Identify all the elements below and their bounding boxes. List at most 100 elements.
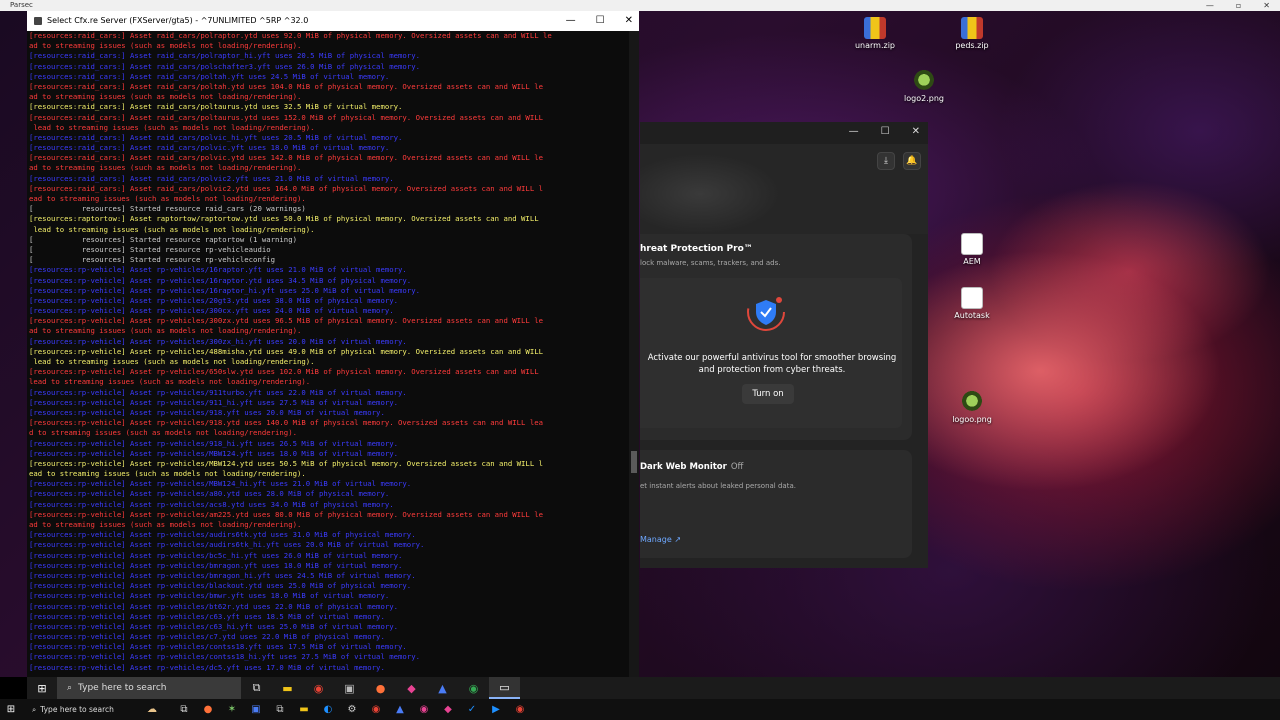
- console-line: [resources:raptortow:] Asset raptortow/r…: [29, 214, 539, 224]
- parsec-title: Parsec: [10, 1, 33, 9]
- search-icon: ⌕: [32, 704, 37, 714]
- chrome-icon[interactable]: ◉: [364, 699, 388, 720]
- console-line: [resources:rp-vehicle] Asset rp-vehicles…: [29, 306, 394, 316]
- app5-icon[interactable]: ⚙: [340, 699, 364, 720]
- turn-on-button[interactable]: Turn on: [742, 384, 794, 404]
- desktop-icon-logo2[interactable]: logo2.png: [889, 70, 959, 103]
- console-line: [resources:rp-vehicle] Asset rp-vehicles…: [29, 285, 420, 295]
- activation-panel: Activate our powerful antivirus tool for…: [640, 278, 902, 428]
- maximize-icon[interactable]: ☐: [596, 11, 605, 31]
- dark-web-monitor-card: Dark Web Monitor Off et instant alerts ab…: [640, 450, 912, 558]
- app8-icon[interactable]: ◆: [436, 699, 460, 720]
- desktop-icon-peds[interactable]: peds.zip: [937, 17, 1007, 50]
- task-view-icon[interactable]: ⧉: [241, 677, 272, 699]
- app10-icon[interactable]: ▶: [484, 699, 508, 720]
- console-line: [resources:rp-vehicle] Asset rp-vehicles…: [29, 336, 407, 346]
- console-line: ad to streaming issues (such as models n…: [29, 520, 302, 529]
- console-window[interactable]: Select Cfx.re Server (FXServer/gta5) - ^…: [27, 11, 639, 677]
- world-map: ⤓ 🔔: [640, 144, 928, 234]
- console-line: [resources:rp-vehicle] Asset rp-vehicles…: [29, 611, 385, 621]
- console-line: [resources:rp-vehicle] Asset rp-vehicles…: [29, 407, 385, 417]
- desktop-icon-label: AEM: [963, 257, 981, 266]
- weather-icon[interactable]: ☁: [132, 699, 172, 720]
- maximize-icon[interactable]: ▫: [1236, 0, 1241, 11]
- console-line: lead to streaming issues (such as models…: [29, 357, 315, 366]
- console-line: [resources:raid_cars:] Asset raid_cars/p…: [29, 153, 543, 163]
- console-line: [resources:rp-vehicle] Asset rp-vehicles…: [29, 367, 539, 377]
- console-output[interactable]: [resources:raid_cars:] Asset raid_cars/p…: [29, 31, 629, 677]
- app4-icon[interactable]: ◐: [316, 699, 340, 720]
- console-line: [resources:raid_cars:] Asset raid_cars/p…: [29, 173, 394, 183]
- close-icon[interactable]: ✕: [912, 126, 920, 137]
- download-icon[interactable]: ⤓: [877, 152, 895, 170]
- chrome2-icon[interactable]: ◉: [458, 677, 489, 699]
- desktop-icon-label: peds.zip: [955, 41, 989, 50]
- threat-protection-subtitle: lock malware, scams, trackers, and ads.: [640, 259, 781, 267]
- file-explorer-icon[interactable]: ▬: [272, 677, 303, 699]
- console-line: [ resources] Started resource rp-vehicle…: [29, 255, 276, 265]
- console-line: [resources:raid_cars:] Asset raid_cars/p…: [29, 61, 420, 71]
- console-line: [resources:rp-vehicle] Asset rp-vehicles…: [29, 591, 390, 601]
- threat-protection-title: hreat Protection Pro™: [640, 244, 753, 254]
- zip-icon: [864, 17, 886, 39]
- app-icon[interactable]: ▣: [334, 677, 365, 699]
- desktop-icon-logoo[interactable]: logoo.png: [937, 391, 1007, 424]
- desktop-icon-autotask[interactable]: Autotask: [937, 287, 1007, 320]
- console-line: lead to streaming issues (such as models…: [29, 377, 311, 387]
- maximize-icon[interactable]: ☐: [881, 126, 890, 137]
- console-line: [resources:raid_cars:] Asset raid_cars/p…: [29, 102, 403, 112]
- console-line: [resources:rp-vehicle] Asset rp-vehicles…: [29, 458, 543, 468]
- console-line: [resources:rp-vehicle] Asset rp-vehicles…: [29, 662, 385, 672]
- antivirus-titlebar[interactable]: — ☐ ✕: [640, 122, 928, 144]
- app3-icon[interactable]: ⧉: [268, 699, 292, 720]
- console-titlebar[interactable]: Select Cfx.re Server (FXServer/gta5) - ^…: [27, 11, 639, 31]
- app2-icon[interactable]: ◆: [396, 677, 427, 699]
- console-line: [resources:rp-vehicle] Asset rp-vehicles…: [29, 570, 416, 580]
- console-scrollbar[interactable]: [629, 31, 639, 677]
- app2-icon[interactable]: ▣: [244, 699, 268, 720]
- search-icon: ⌕: [67, 683, 73, 693]
- console-line: [resources:rp-vehicle] Asset rp-vehicles…: [29, 438, 399, 448]
- console-line: ad to streaming issues (such as models n…: [29, 163, 302, 173]
- manage-link[interactable]: Manage ↗: [640, 535, 681, 544]
- file-explorer-icon[interactable]: ▬: [292, 699, 316, 720]
- firefox-icon[interactable]: ●: [196, 699, 220, 720]
- app9-icon[interactable]: ✓: [460, 699, 484, 720]
- bell-icon[interactable]: 🔔: [903, 152, 921, 170]
- antivirus-window[interactable]: — ☐ ✕ ⤓ 🔔 hreat Protection Pro™ lock mal…: [640, 122, 928, 568]
- windows-start-icon[interactable]: ⊞: [0, 704, 22, 715]
- app6-icon[interactable]: ▲: [388, 699, 412, 720]
- console-line: [resources:rp-vehicle] Asset rp-vehicles…: [29, 530, 416, 540]
- console-line: [resources:rp-vehicle] Asset rp-vehicles…: [29, 509, 543, 519]
- console-line: ead to streaming issues (such as models …: [29, 194, 306, 203]
- firefox-icon[interactable]: ●: [365, 677, 396, 699]
- taskbar-search[interactable]: ⌕ Type here to search: [57, 677, 241, 699]
- parsec-titlebar: Parsec — ▫ ✕: [0, 0, 1280, 11]
- close-icon[interactable]: ✕: [625, 11, 633, 31]
- remote-taskbar: ⊞ ⌕ Type here to search ⧉ ▬ ◉ ▣ ● ◆ ▲ ◉ …: [27, 677, 1280, 699]
- console-line: [resources:rp-vehicle] Asset rp-vehicles…: [29, 652, 420, 662]
- app3-icon[interactable]: ▲: [427, 677, 458, 699]
- windows-start-icon[interactable]: ⊞: [27, 677, 57, 699]
- console-line: lead to streaming issues (such as models…: [29, 122, 315, 132]
- chrome-icon[interactable]: ◉: [303, 677, 334, 699]
- app11-icon[interactable]: ◉: [508, 699, 532, 720]
- console-line: [resources:rp-vehicle] Asset rp-vehicles…: [29, 550, 403, 560]
- host-taskbar-search[interactable]: ⌕ Type here to search: [22, 699, 132, 720]
- console-line: [resources:rp-vehicle] Asset rp-vehicles…: [29, 499, 394, 509]
- minimize-icon[interactable]: —: [566, 11, 576, 31]
- console-line: lead to streaming issues (such as models…: [29, 224, 315, 234]
- minimize-icon[interactable]: —: [1206, 0, 1214, 11]
- app7-icon[interactable]: ◉: [412, 699, 436, 720]
- desktop-icon-label: unarm.zip: [854, 41, 896, 50]
- activation-message: Activate our powerful antivirus tool for…: [647, 353, 897, 375]
- desktop-icon-aem[interactable]: AEM: [937, 233, 1007, 266]
- close-icon[interactable]: ✕: [1263, 0, 1270, 11]
- scrollbar-thumb[interactable]: [631, 451, 637, 473]
- terminal-icon[interactable]: ▭: [489, 677, 520, 699]
- task-view-icon[interactable]: ⧉: [172, 699, 196, 720]
- console-line: [resources:raid_cars:] Asset raid_cars/p…: [29, 31, 552, 40]
- desktop-icon-unarm[interactable]: unarm.zip: [840, 17, 910, 50]
- app-icon[interactable]: ✶: [220, 699, 244, 720]
- minimize-icon[interactable]: —: [849, 126, 859, 137]
